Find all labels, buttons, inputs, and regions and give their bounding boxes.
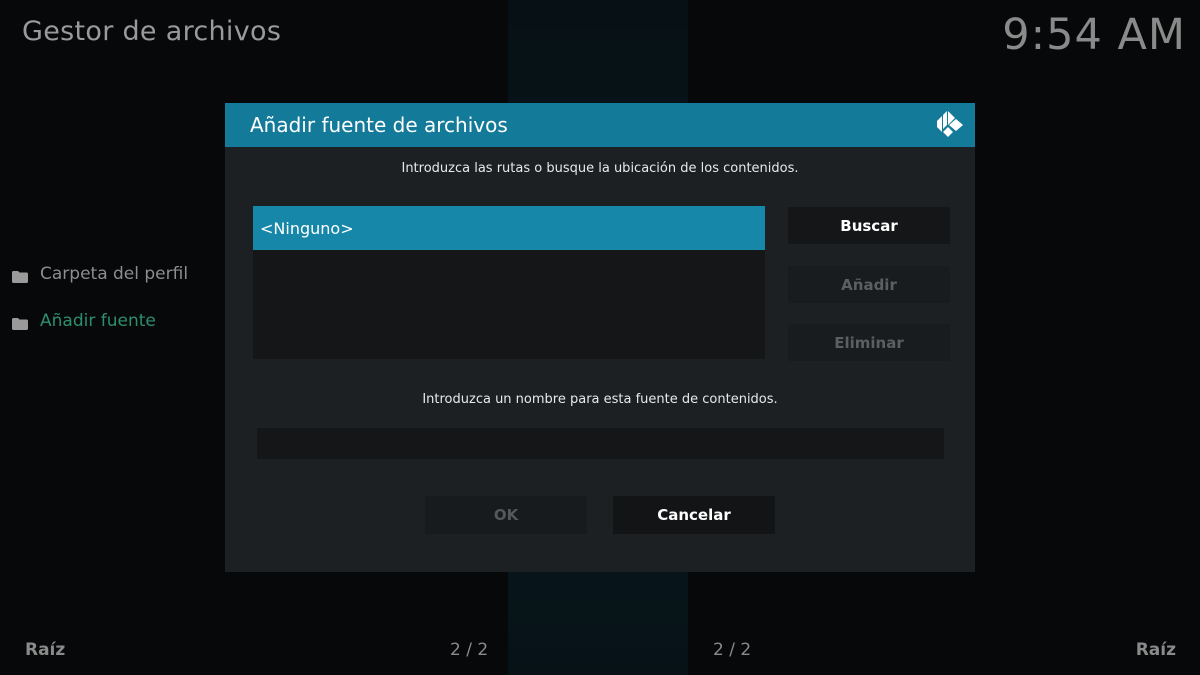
paths-prompt: Introduzca las rutas o busque la ubicaci…	[401, 161, 799, 176]
remove-button[interactable]: Eliminar	[788, 324, 950, 361]
footer-right-label: Raíz	[1135, 640, 1176, 660]
sidebar-item-label: Añadir fuente	[40, 311, 156, 331]
clock: 9:54 AM	[1002, 10, 1186, 60]
name-prompt: Introduzca un nombre para esta fuente de…	[422, 392, 778, 407]
dialog-header: Añadir fuente de archivos	[225, 103, 975, 147]
folder-icon	[12, 268, 28, 283]
footer-left-count: 2 / 2	[450, 640, 489, 660]
ok-button[interactable]: OK	[425, 496, 587, 534]
kodi-logo-icon	[935, 110, 965, 140]
sidebar-item-profile-folder[interactable]: Carpeta del perfil	[12, 264, 188, 284]
add-button[interactable]: Añadir	[788, 266, 950, 303]
folder-icon	[12, 315, 28, 330]
cancel-button[interactable]: Cancelar	[613, 496, 775, 534]
sidebar-item-label: Carpeta del perfil	[40, 264, 189, 284]
path-list-item[interactable]: <Ninguno>	[253, 206, 765, 250]
window-title: Gestor de archivos	[22, 16, 282, 47]
source-path-list[interactable]: <Ninguno>	[253, 206, 765, 359]
sidebar-item-add-source[interactable]: Añadir fuente	[12, 311, 156, 331]
dialog-title: Añadir fuente de archivos	[250, 113, 508, 137]
add-source-dialog: Añadir fuente de archivos Introduzca las…	[225, 103, 975, 572]
source-name-input[interactable]	[257, 428, 944, 459]
footer-left-label: Raíz	[25, 640, 66, 660]
footer-right-count: 2 / 2	[713, 640, 752, 660]
browse-button[interactable]: Buscar	[788, 207, 950, 244]
